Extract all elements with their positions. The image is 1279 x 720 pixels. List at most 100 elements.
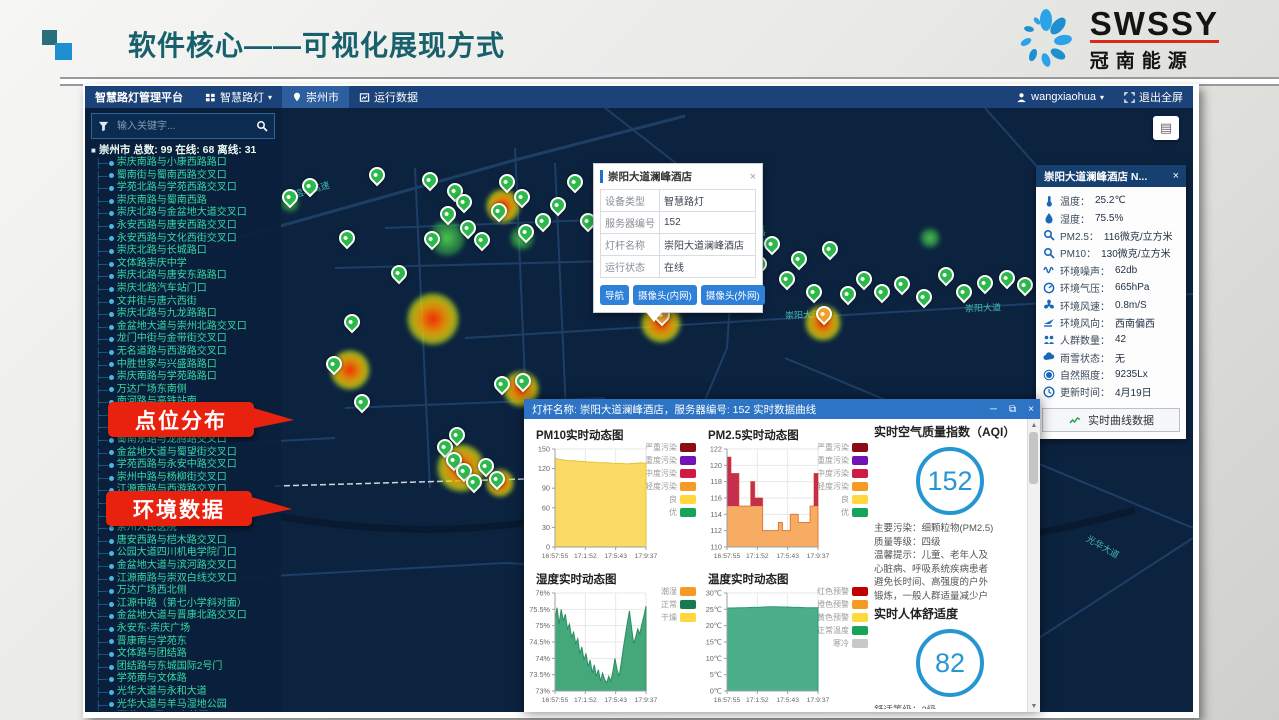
tree-node-icon <box>109 299 114 304</box>
sidebar-item[interactable]: ├─崇庆北路汽车站门口 <box>91 283 275 296</box>
sidebar-item[interactable]: ├─晋康南与学苑东 <box>91 636 275 649</box>
road-label: 崇阳大道 <box>965 300 1001 314</box>
env-row: 环境噪声：62db <box>1043 262 1179 279</box>
svg-text:90: 90 <box>542 484 550 493</box>
sidebar-item[interactable]: ├─学苑北路与学苑西路交叉口 <box>91 182 275 195</box>
tree-node-icon <box>109 627 114 632</box>
sidebar-item[interactable]: ├─学苑西路与永安中路交叉口 <box>91 459 275 472</box>
env-value: 42 <box>1115 334 1126 345</box>
sidebar-item[interactable]: ├─公园大道四川机电学院门口 <box>91 547 275 560</box>
svg-text:17:1:52: 17:1:52 <box>746 697 769 704</box>
sidebar-item[interactable]: ├─无名道路与西游路交叉口 <box>91 346 275 359</box>
sidebar-item[interactable]: ├─崇庆北路与长城路口 <box>91 245 275 258</box>
sidebar-item[interactable]: ├─崇庆北路与九龙路路口 <box>91 308 275 321</box>
sidebar-item[interactable]: ├─光华大道与永和大道 <box>91 686 275 699</box>
restore-icon[interactable]: ⧉ <box>1003 404 1022 415</box>
svg-text:17:1:52: 17:1:52 <box>574 553 597 560</box>
env-label: PM2.5： <box>1060 228 1099 243</box>
sidebar-item-label: 文体路与团结路 <box>117 648 187 661</box>
fullscreen-exit-icon <box>1124 92 1135 103</box>
svg-text:16:57:55: 16:57:55 <box>714 553 741 560</box>
sidebar-item[interactable]: ├─光华大道与羊马湿地公园 <box>91 699 275 711</box>
sidebar-item[interactable]: ├─万达广场西北侧 <box>91 585 275 598</box>
svg-text:17:9:37: 17:9:37 <box>635 553 658 560</box>
map-layers-button[interactable]: ▤ <box>1153 116 1179 140</box>
navigate-button[interactable]: 导航 <box>600 285 629 305</box>
fan-icon <box>1043 299 1055 311</box>
sidebar-item[interactable]: ├─龙门中街与金带街交叉口 <box>91 333 275 346</box>
sidebar-item[interactable]: ├─永安东-崇庆广场 <box>91 623 275 636</box>
sidebar-item[interactable]: ├─蜀南街与蜀南西路交叉口 <box>91 170 275 183</box>
user-menu[interactable]: wangxiaohua▾ <box>1006 91 1114 103</box>
realtime-curve-button[interactable]: 实时曲线数据 <box>1042 408 1180 432</box>
device-popup: 崇阳大道澜峰酒店 × 设备类型智慧路灯服务器编号152灯杆名称崇阳大道澜峰酒店运… <box>593 163 763 313</box>
sidebar-item[interactable]: ├─崇庆南路与学苑路路口 <box>91 371 275 384</box>
env-label: 温度： <box>1060 193 1090 208</box>
tree-connector: ├─ <box>95 371 108 384</box>
chevron-down-icon: ▾ <box>268 93 272 102</box>
sidebar-item[interactable]: ├─崇庆南路与小康西路路口 <box>91 157 275 170</box>
sidebar-item[interactable]: ├─永安西路与文化西街交叉口 <box>91 233 275 246</box>
tree-connector: ├─ <box>95 258 108 271</box>
close-icon[interactable]: × <box>1022 404 1040 415</box>
tree-node-icon <box>109 350 114 355</box>
sidebar-item[interactable]: ├─崇庆北路与唐安东路路口 <box>91 270 275 283</box>
search-icon[interactable] <box>256 120 268 132</box>
env-value: 116微克/立方米 <box>1104 228 1173 243</box>
close-icon[interactable]: × <box>1166 170 1186 182</box>
tree-node-icon <box>109 576 114 581</box>
humidity-chart: 湿度实时动态图潮湿正常干燥73%73.5%74%74.5%75%75.5%76%… <box>528 569 698 709</box>
tree-node-icon <box>109 375 114 380</box>
camera-extranet-button[interactable]: 摄像头(外网) <box>701 285 765 305</box>
tree-root-node[interactable]: ■崇州市 总数: 99 在线: 68 离线: 31 <box>91 143 275 157</box>
tree-connector: ├─ <box>95 699 108 711</box>
svg-text:5℃: 5℃ <box>710 670 722 679</box>
minimize-icon[interactable]: ─ <box>984 404 1003 415</box>
sidebar-item[interactable]: ├─崇州中路与杨柳街交叉口 <box>91 472 275 485</box>
env-label: 环境气压： <box>1060 280 1110 295</box>
scroll-thumb[interactable] <box>1029 432 1038 484</box>
sidebar-item[interactable]: ├─文体路崇庆中学 <box>91 258 275 271</box>
sidebar-item[interactable]: ├─崇庆南路与蜀南西路 <box>91 195 275 208</box>
sidebar-item[interactable]: ├─中胜世家与兴盛路路口 <box>91 359 275 372</box>
sidebar-item[interactable]: ├─文体路与团结路 <box>91 648 275 661</box>
scroll-up-icon[interactable]: ▲ <box>1028 419 1040 431</box>
camera-intranet-button[interactable]: 摄像头(内网) <box>633 285 697 305</box>
sidebar-item[interactable]: ├─金盆地大道与崇州北路交叉口 <box>91 321 275 334</box>
sidebar-item[interactable]: ├─永安西路与唐安西路交叉口 <box>91 220 275 233</box>
sidebar-item[interactable]: ├─团结路与东城国际2号门 <box>91 661 275 674</box>
close-icon[interactable]: × <box>750 171 756 183</box>
tree-node-icon <box>109 551 114 556</box>
sidebar-item[interactable]: ├─金盆地大道与蜀望街交叉口 <box>91 447 275 460</box>
map-pin-icon <box>292 91 302 103</box>
sidebar-item[interactable]: ├─江源南路与崇双白线交叉口 <box>91 573 275 586</box>
sidebar-item[interactable]: ├─学苑南与文体路 <box>91 673 275 686</box>
scroll-down-icon[interactable]: ▼ <box>1028 700 1040 712</box>
filter-icon[interactable] <box>98 121 109 132</box>
sidebar-item[interactable]: ├─唐安西路与桤木路交叉口 <box>91 535 275 548</box>
clock-icon <box>1043 386 1055 398</box>
scrollbar[interactable]: ▲ ▼ <box>1027 419 1040 712</box>
tree-node-icon <box>109 690 114 695</box>
nav-item-run-data[interactable]: 运行数据 <box>349 86 428 108</box>
sidebar-item[interactable]: ├─金盆地大道与滨河路交叉口 <box>91 560 275 573</box>
tree-connector: ├─ <box>95 560 108 573</box>
nav-item-smart-lamps[interactable]: 智慧路灯▾ <box>195 86 282 108</box>
callout-label: 点位分布 <box>135 405 227 435</box>
sidebar-item[interactable]: ├─江源中路（第七小学斜对面） <box>91 598 275 611</box>
env-panel-title: 崇阳大道澜峰酒店 N... <box>1036 169 1166 184</box>
sidebar-item[interactable]: ├─金盆地大道与晋康北路交叉口 <box>91 610 275 623</box>
tree-connector: ├─ <box>95 384 108 397</box>
callout-label: 环境数据 <box>133 494 225 524</box>
sidebar-item[interactable]: ├─文井街与唐六西街 <box>91 296 275 309</box>
comfort-value-ring: 82 <box>916 629 984 697</box>
sidebar-item[interactable]: ├─崇庆北路与金盆地大道交叉口 <box>91 207 275 220</box>
search-input[interactable] <box>115 120 250 133</box>
exit-fullscreen-button[interactable]: 退出全屏 <box>1114 89 1193 105</box>
grid-icon <box>205 92 216 103</box>
svg-text:17:5:43: 17:5:43 <box>776 553 799 560</box>
comfort-line: 舒适等级：3级 <box>874 704 1026 709</box>
tree-connector: ├─ <box>95 346 108 359</box>
nav-item-city[interactable]: 崇州市 <box>282 86 349 108</box>
sidebar-item[interactable]: ├─万达广场东南侧 <box>91 384 275 397</box>
